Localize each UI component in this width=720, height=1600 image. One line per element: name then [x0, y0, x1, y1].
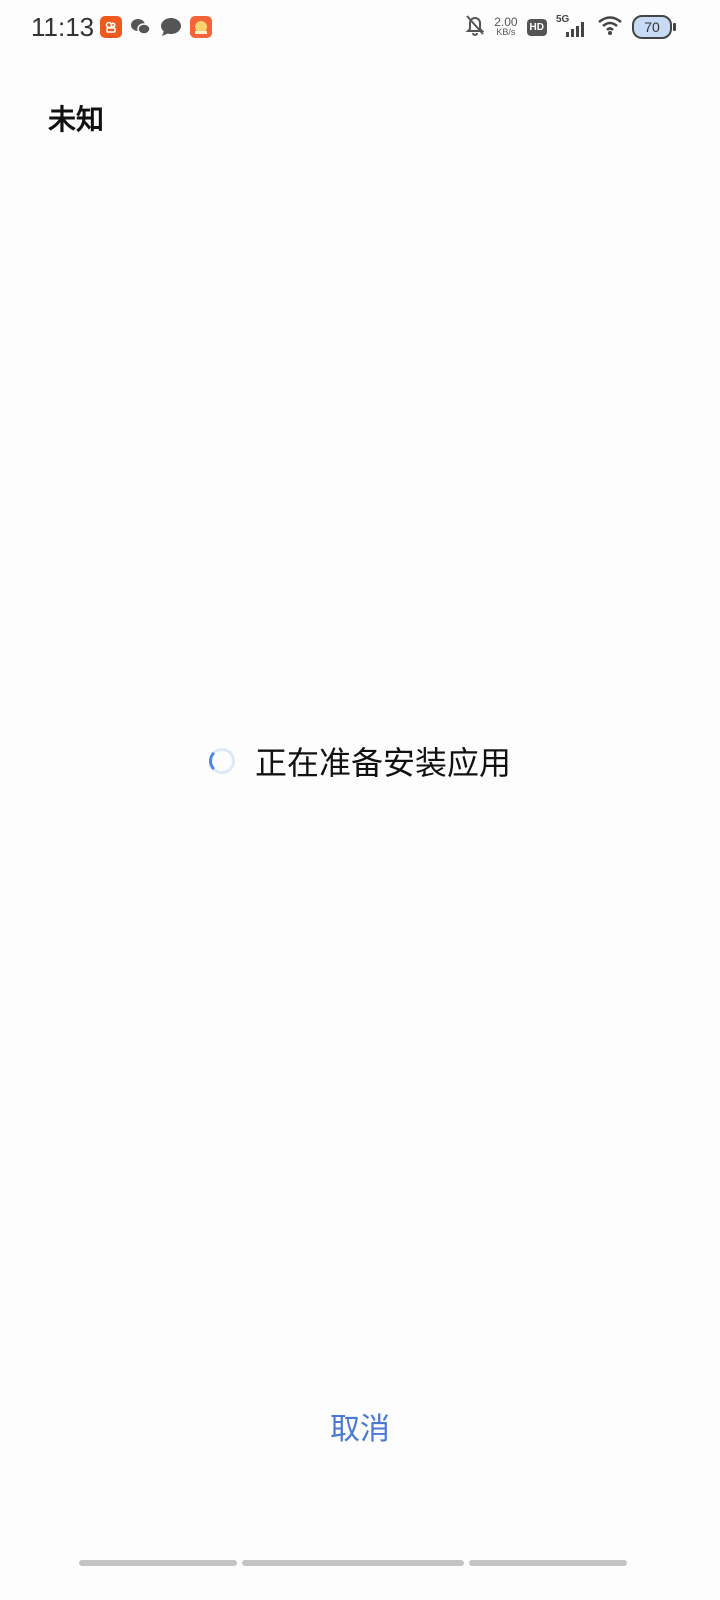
- kuaishou-app-icon: [100, 16, 122, 38]
- navigation-bar[interactable]: [79, 1560, 627, 1566]
- hd-badge: HD: [526, 18, 547, 36]
- system-icons: 2.00 KB/s HD 5G 70: [465, 14, 676, 40]
- cellular-signal-icon: 5G: [556, 14, 588, 38]
- battery-level: 70: [644, 19, 660, 35]
- nav-segment-left[interactable]: [79, 1560, 237, 1566]
- network-speed-unit: KB/s: [496, 27, 516, 37]
- loading-indicator: 正在准备安装应用: [0, 738, 720, 784]
- network-speed-value: 2.00: [494, 15, 518, 29]
- loading-text: 正在准备安装应用: [254, 744, 511, 782]
- status-bar: 11:13 2.00 KB/s HD 5G 70: [0, 0, 720, 58]
- wifi-icon: [597, 14, 623, 40]
- battery-icon: 70: [632, 15, 676, 39]
- cancel-button[interactable]: 取消: [0, 1404, 720, 1448]
- game-app-icon: [190, 16, 212, 38]
- bell-off-icon: [465, 14, 485, 40]
- status-time: 11:13: [31, 12, 95, 42]
- spinner-icon: [208, 748, 235, 774]
- wechat-icon: [130, 16, 152, 38]
- notification-icons: [100, 16, 212, 38]
- page-title: 未知: [48, 103, 105, 136]
- nav-segment-center[interactable]: [242, 1560, 464, 1566]
- nav-segment-right[interactable]: [469, 1560, 627, 1566]
- network-speed: 2.00 KB/s: [494, 15, 518, 37]
- message-icon: [160, 16, 182, 38]
